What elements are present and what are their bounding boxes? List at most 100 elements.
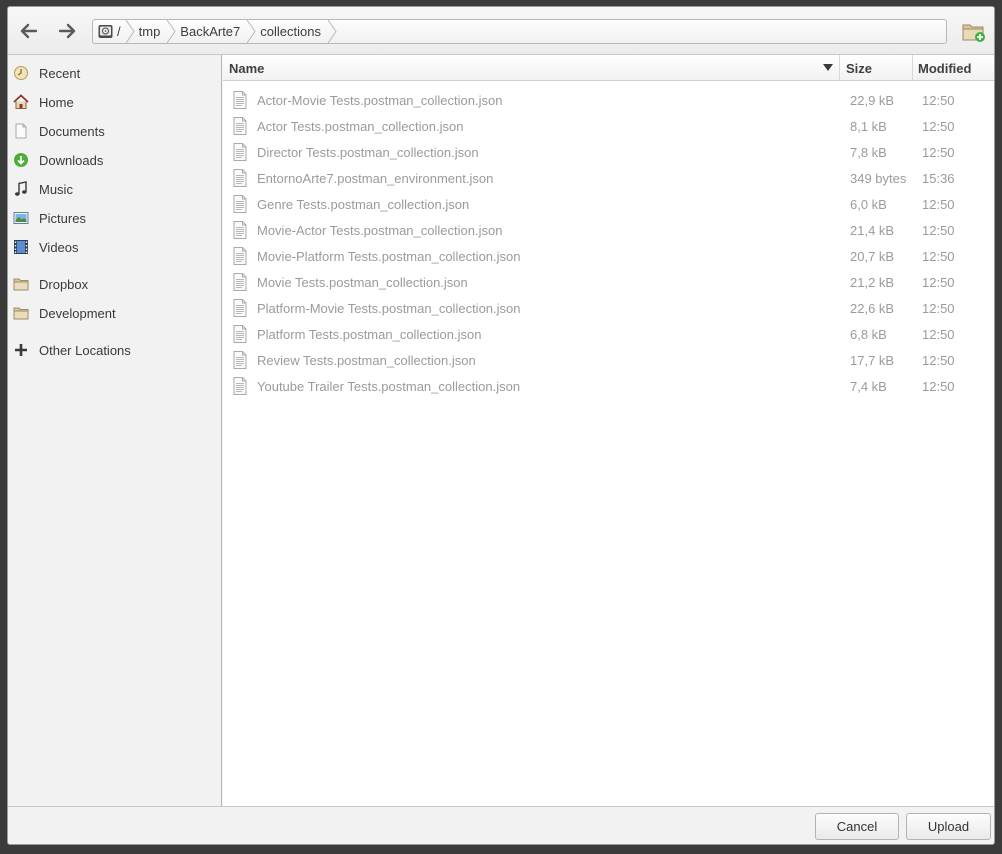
text-file-icon [233, 195, 247, 213]
sidebar-item-dropbox[interactable]: Dropbox [8, 271, 222, 297]
folder-icon [13, 276, 29, 292]
new-folder-icon [962, 24, 985, 42]
crumb-separator [327, 20, 337, 43]
file-row[interactable]: Movie-Platform Tests.postman_collection.… [223, 243, 994, 269]
file-name: Platform Tests.postman_collection.json [257, 326, 482, 342]
file-name: Actor-Movie Tests.postman_collection.jso… [257, 92, 503, 108]
column-name-label: Name [229, 60, 265, 76]
file-name: Genre Tests.postman_collection.json [257, 196, 470, 212]
column-modified-label: Modified [918, 60, 972, 76]
sidebar-item-home[interactable]: Home [8, 89, 222, 115]
path-bar: / tmp BackArte7 collections [92, 19, 947, 44]
file-modified: 12:50 [922, 92, 955, 108]
file-row[interactable]: Youtube Trailer Tests.postman_collection… [223, 373, 994, 399]
file-size: 8,1 kB [850, 118, 887, 134]
sidebar-item-label: Other Locations [39, 342, 131, 358]
file-modified: 12:50 [922, 300, 955, 316]
file-modified: 15:36 [922, 170, 955, 186]
file-row[interactable]: Movie-Actor Tests.postman_collection.jso… [223, 217, 994, 243]
text-file-icon [233, 169, 247, 187]
arrow-right-icon [58, 23, 76, 39]
documents-icon [13, 123, 29, 139]
file-row[interactable]: Actor Tests.postman_collection.json 8,1 k… [223, 113, 994, 139]
column-size[interactable]: Size [840, 55, 913, 81]
text-file-icon [233, 351, 247, 369]
crumb-root[interactable]: / [93, 20, 135, 43]
home-icon [13, 94, 29, 110]
file-modified: 12:50 [922, 248, 955, 264]
sidebar-item-documents[interactable]: Documents [8, 118, 222, 144]
folder-icon [13, 305, 29, 321]
sidebar-item-label: Videos [39, 239, 79, 255]
file-row[interactable]: Platform Tests.postman_collection.json 6,… [223, 321, 994, 347]
text-file-icon [233, 325, 247, 343]
file-name: Movie-Platform Tests.postman_collection.… [257, 248, 521, 264]
recent-icon [13, 65, 29, 81]
sidebar-item-label: Home [39, 94, 74, 110]
crumb-collections[interactable]: collections [250, 20, 337, 43]
file-name: Review Tests.postman_collection.json [257, 352, 476, 368]
sidebar-item-recent[interactable]: Recent [8, 60, 222, 86]
file-size: 349 bytes [850, 170, 907, 186]
crumb-backarte7[interactable]: BackArte7 [170, 20, 256, 43]
sidebar-item-pictures[interactable]: Pictures [8, 205, 222, 231]
column-modified[interactable]: Modified [913, 55, 994, 81]
file-name: Youtube Trailer Tests.postman_collection… [257, 378, 521, 394]
column-name[interactable]: Name [223, 55, 840, 81]
file-chooser-window: / tmp BackArte7 collections Recent Home … [7, 6, 995, 845]
crumb-label: collections [260, 24, 321, 39]
file-name: EntornoArte7.postman_environment.json [257, 170, 494, 186]
videos-icon [13, 239, 29, 255]
cancel-button[interactable]: Cancel [815, 813, 899, 840]
back-button[interactable] [16, 19, 42, 43]
file-size: 20,7 kB [850, 248, 895, 264]
sidebar-item-downloads[interactable]: Downloads [8, 147, 222, 173]
crumb-label: / [117, 24, 121, 39]
crumb-tmp[interactable]: tmp [129, 20, 176, 43]
music-icon [13, 181, 29, 197]
toolbar: / tmp BackArte7 collections [8, 7, 994, 55]
file-size: 21,4 kB [850, 222, 895, 238]
upload-button[interactable]: Upload [906, 813, 991, 840]
pictures-icon [13, 210, 29, 226]
file-row[interactable]: Director Tests.postman_collection.json 7,… [223, 139, 994, 165]
file-row[interactable]: EntornoArte7.postman_environment.json 349… [223, 165, 994, 191]
places-sidebar: Recent Home Documents Downloads Music Pi… [8, 55, 222, 806]
sidebar-item-music[interactable]: Music [8, 176, 222, 202]
text-file-icon [233, 299, 247, 317]
file-size: 7,4 kB [850, 378, 887, 394]
column-size-label: Size [846, 60, 873, 76]
text-file-icon [233, 247, 247, 265]
sidebar-item-development[interactable]: Development [8, 300, 222, 326]
arrow-left-icon [20, 23, 38, 39]
file-name: Movie Tests.postman_collection.json [257, 274, 468, 290]
file-modified: 12:50 [922, 378, 955, 394]
new-folder-button[interactable] [960, 19, 988, 45]
plus-icon [13, 342, 29, 358]
file-row[interactable]: Genre Tests.postman_collection.json 6,0 k… [223, 191, 994, 217]
drive-icon [98, 25, 113, 38]
file-name: Platform-Movie Tests.postman_collection.… [257, 300, 521, 316]
file-name: Director Tests.postman_collection.json [257, 144, 479, 160]
sidebar-item-videos[interactable]: Videos [8, 234, 222, 260]
file-size: 6,8 kB [850, 326, 887, 342]
file-size: 22,6 kB [850, 300, 895, 316]
text-file-icon [233, 117, 247, 135]
column-header: Name Size Modified [223, 55, 994, 81]
file-list: Name Size Modified Actor-Movie Tests.pos… [223, 55, 994, 806]
file-row[interactable]: Platform-Movie Tests.postman_collection.… [223, 295, 994, 321]
sidebar-item-label: Downloads [39, 152, 104, 168]
file-row[interactable]: Actor-Movie Tests.postman_collection.jso… [223, 87, 994, 113]
forward-button[interactable] [54, 19, 80, 43]
text-file-icon [233, 377, 247, 395]
file-modified: 12:50 [922, 326, 955, 342]
file-row[interactable]: Review Tests.postman_collection.json 17,7… [223, 347, 994, 373]
downloads-icon [13, 152, 29, 168]
text-file-icon [233, 143, 247, 161]
sidebar-item-label: Music [39, 181, 73, 197]
file-name: Movie-Actor Tests.postman_collection.jso… [257, 222, 503, 238]
sidebar-item-other-locations[interactable]: Other Locations [8, 337, 222, 363]
sort-descending-icon [823, 64, 833, 71]
file-row[interactable]: Movie Tests.postman_collection.json 21,2 … [223, 269, 994, 295]
file-size: 21,2 kB [850, 274, 895, 290]
